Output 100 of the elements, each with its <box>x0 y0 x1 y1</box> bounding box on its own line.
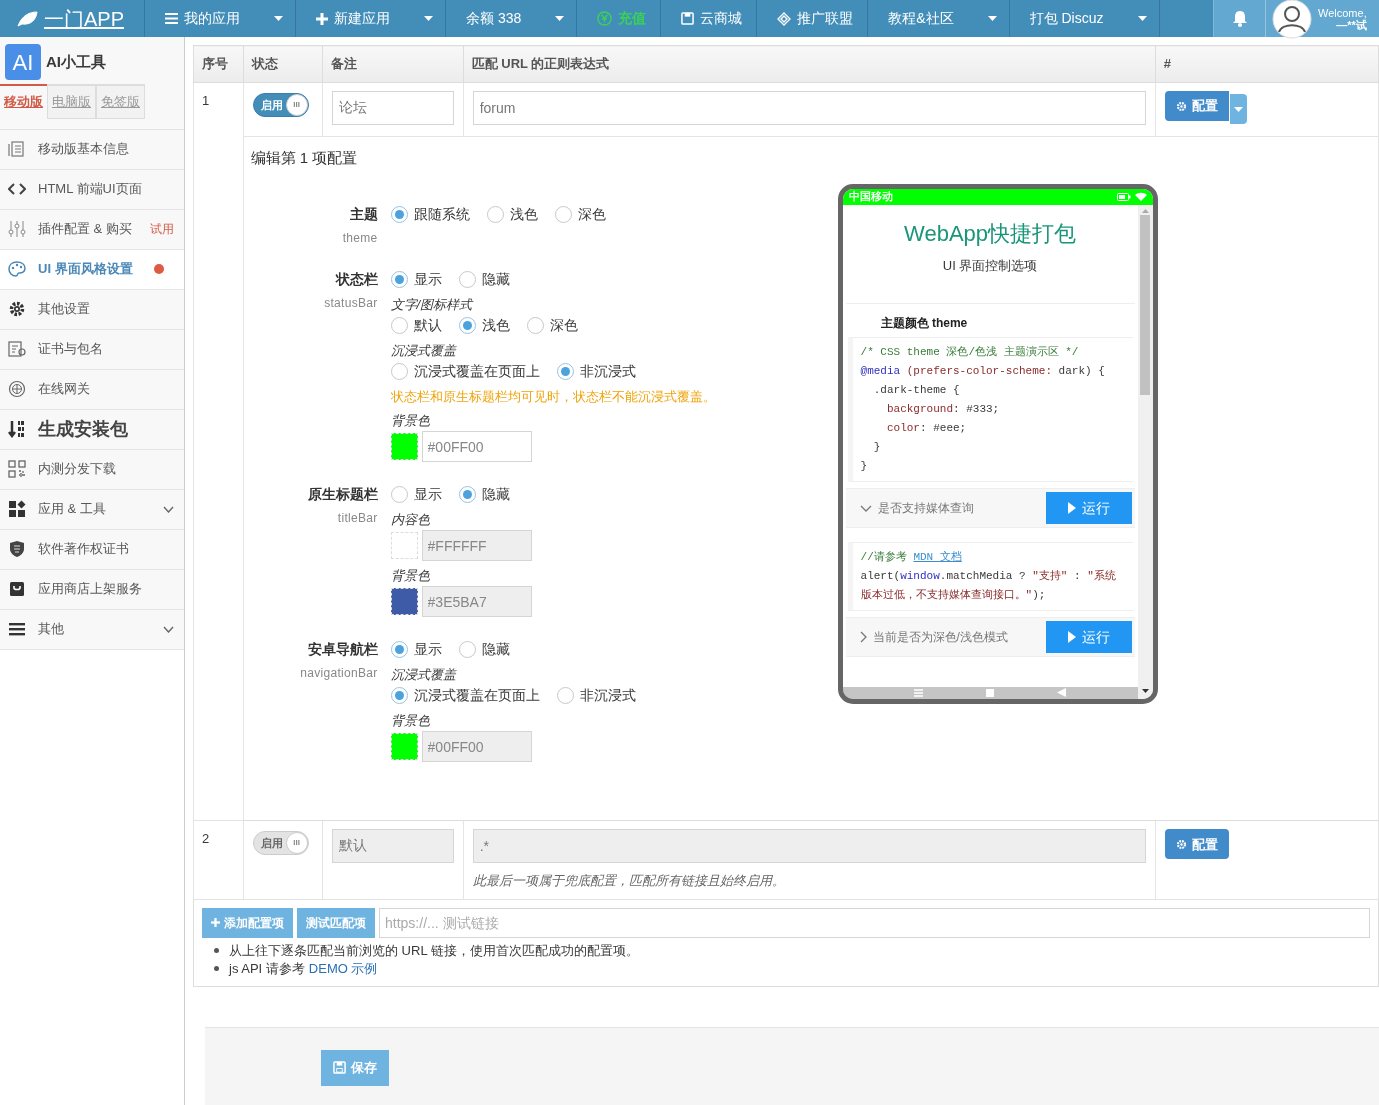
radio-button[interactable] <box>556 687 574 705</box>
group-label: 文字/图标样式 <box>390 295 475 313</box>
radio-label: 深色 <box>577 204 606 224</box>
radio-button[interactable] <box>390 641 408 659</box>
nav-link[interactable]: 打包 Discuz <box>1009 0 1160 37</box>
code-line: background: #333; <box>885 402 1001 417</box>
group-label: 内容色 <box>390 511 431 529</box>
radio-label: 沉浸式覆盖在页面上 <box>413 686 540 706</box>
radio-label: 浅色 <box>481 315 510 335</box>
sidebar-item[interactable]: 应用商店上架服务 <box>0 569 184 610</box>
user-menu[interactable]: Welcome, —**试 <box>1265 0 1379 37</box>
group-label: 背景色 <box>390 412 431 430</box>
radio-button[interactable] <box>526 316 544 334</box>
radio-button[interactable] <box>390 687 408 705</box>
notification-button[interactable] <box>1213 0 1265 37</box>
sliders-icon <box>8 220 26 238</box>
menu-icon <box>8 620 26 638</box>
scroll-thumb[interactable] <box>1140 214 1151 395</box>
collapsible-row[interactable]: 当前是否为深色/浅色模式 运行 <box>845 617 1135 657</box>
battery-icon <box>1116 192 1131 201</box>
pattern-field[interactable]: forum <box>472 91 1146 125</box>
sidebar-label: 应用商店上架服务 <box>38 580 143 599</box>
radio-button[interactable] <box>554 205 572 223</box>
code-line: } <box>872 440 882 455</box>
setting-key: statusBar <box>243 293 378 312</box>
radio-button[interactable] <box>458 316 476 334</box>
sidebar-item[interactable]: 内测分发下载 <box>0 449 184 490</box>
row-label: 当前是否为深色/浅色模式 <box>872 629 1009 646</box>
save-button[interactable]: 保存 <box>321 1049 389 1086</box>
globe-icon <box>8 380 26 398</box>
sidebar-item[interactable]: 其他 <box>0 609 184 650</box>
qr-code-icon <box>8 460 26 478</box>
doc-link[interactable]: MDN 文档 <box>913 551 962 563</box>
nav-link[interactable]: 云商城 <box>661 0 758 37</box>
radio-button[interactable] <box>486 205 504 223</box>
gear-icon <box>1175 838 1187 850</box>
setting-key: theme <box>243 228 378 247</box>
radio-button[interactable] <box>390 362 408 380</box>
sidebar-item[interactable]: 在线网关 <box>0 369 184 410</box>
tab[interactable]: 免签版 <box>96 84 145 119</box>
run-button[interactable]: 运行 <box>1045 492 1132 524</box>
group-label: 背景色 <box>390 567 431 585</box>
config-button[interactable]: 配置 <box>1164 91 1229 121</box>
collapsible-row[interactable]: 是否支持媒体查询 运行 <box>845 488 1135 528</box>
code-line: color: #eee; <box>885 421 968 436</box>
note-text: js API 请参考 <box>229 959 305 978</box>
color-swatch[interactable] <box>390 433 418 461</box>
radio-button[interactable] <box>390 316 408 334</box>
leaf-icon <box>16 10 38 27</box>
caret-icon <box>555 16 565 21</box>
radio-label: 浅色 <box>509 204 538 224</box>
radio-label: 非沉浸式 <box>579 361 636 381</box>
color-field[interactable]: #00FF00 <box>421 431 532 463</box>
nav-link[interactable]: 推广联盟 <box>757 0 869 37</box>
radio-button[interactable] <box>556 362 574 380</box>
add-button[interactable]: 添加配置项 <box>202 907 293 938</box>
plus-icon <box>316 12 328 25</box>
sidebar-item[interactable]: 移动版基本信息 <box>0 129 184 170</box>
note-field[interactable]: 论坛 <box>332 91 454 125</box>
code-line: alert(window.matchMedia ? "支持" : "系统版本过低，不支持媒体查询接口。"); <box>860 569 1117 603</box>
tab[interactable]: 电脑版 <box>47 84 96 119</box>
test-button[interactable]: 测试匹配项 <box>297 907 375 938</box>
radio-label: 沉浸式覆盖在页面上 <box>413 361 540 381</box>
test-url-field[interactable]: https://... 测试链接 <box>379 907 1370 938</box>
app-name: AI小工具 <box>46 51 106 72</box>
nav-link[interactable]: 教程&社区 <box>868 0 1010 37</box>
dropdown-toggle[interactable] <box>1228 94 1247 124</box>
sidebar-item[interactable]: 插件配置 & 购买 试用 <box>0 209 184 250</box>
sidebar-item[interactable]: 证书与包名 <box>0 329 184 370</box>
sidebar-item[interactable]: 应用 & 工具 <box>0 489 184 530</box>
toggle-switch[interactable]: 启用 III <box>252 93 309 117</box>
sidebar-label: 在线网关 <box>38 380 91 399</box>
sidebar-item[interactable]: 软件著作权证书 <box>0 529 184 570</box>
sidebar-item[interactable]: 生成安装包 <box>0 409 184 450</box>
radio-label: 隐藏 <box>481 640 510 660</box>
sidebar-item[interactable]: 其他设置 <box>0 289 184 330</box>
sidebar-item[interactable]: HTML 前端UI页面 <box>0 169 184 210</box>
save-icon <box>681 12 695 25</box>
sidebar-label: 证书与包名 <box>38 340 104 359</box>
run-button[interactable]: 运行 <box>1045 621 1132 653</box>
nav-link[interactable]: 新建应用 <box>296 0 446 37</box>
radio-button[interactable] <box>390 270 408 288</box>
code-line: } <box>860 459 869 474</box>
radio-button[interactable] <box>458 486 476 504</box>
store-icon <box>8 580 26 598</box>
demo-link[interactable]: DEMO 示例 <box>308 959 378 978</box>
notification-icon <box>1231 10 1248 27</box>
radio-button[interactable] <box>390 486 408 504</box>
scrollbar[interactable] <box>1137 204 1153 699</box>
radio-button[interactable] <box>390 205 408 223</box>
column-header: # <box>1155 45 1379 83</box>
radio-button[interactable] <box>458 270 476 288</box>
setting-key: titleBar <box>243 509 378 528</box>
coin-icon <box>597 11 613 26</box>
setting-title: 主题 <box>348 204 378 224</box>
radio-button[interactable] <box>458 641 476 659</box>
menu-icon <box>165 13 178 24</box>
radio-label: 隐藏 <box>481 269 510 289</box>
sidebar-label: UI 界面风格设置 <box>38 260 134 279</box>
nav-link[interactable]: 余额 338 <box>446 0 578 37</box>
